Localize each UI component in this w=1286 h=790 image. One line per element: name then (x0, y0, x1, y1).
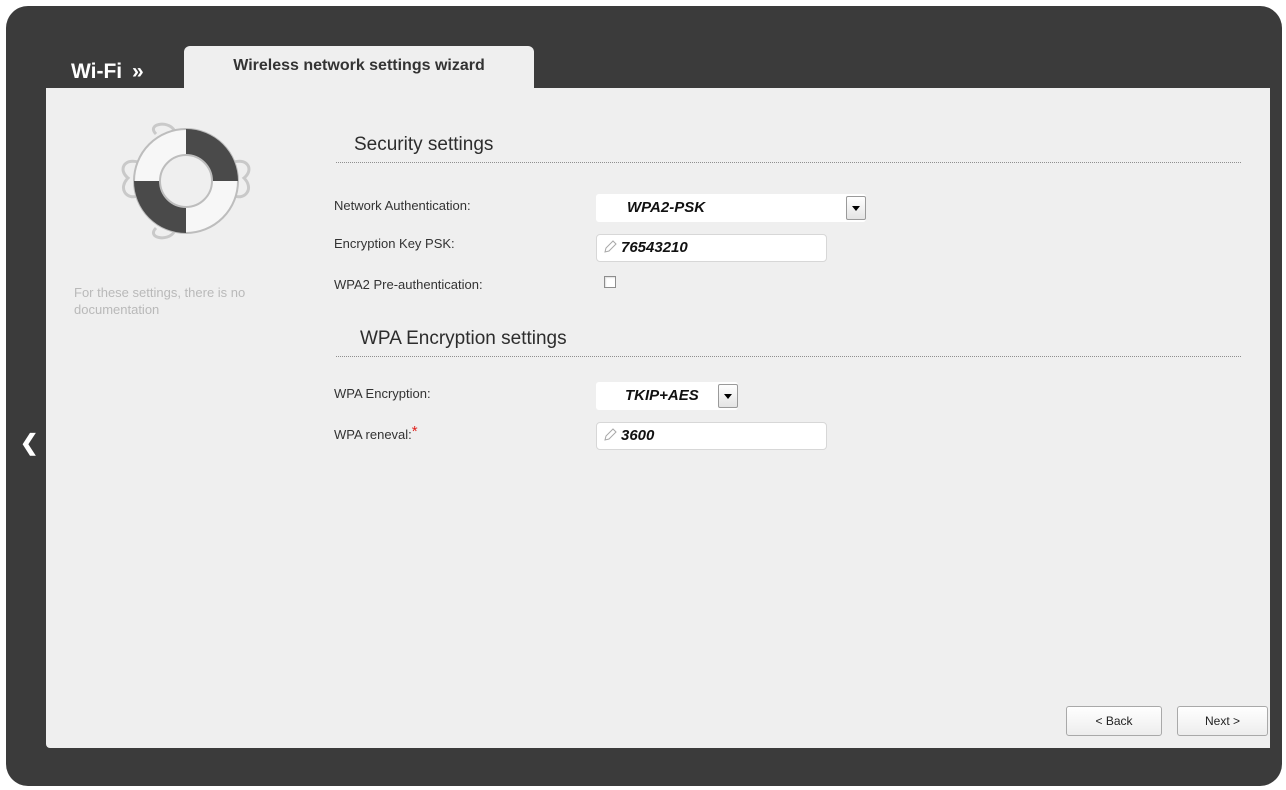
required-mark: * (411, 423, 418, 440)
lifebuoy-icon (121, 122, 251, 240)
section-title: Wi-Fi » (71, 60, 144, 84)
section-name: Wi-Fi (71, 60, 123, 83)
network-auth-label: Network Authentication: (334, 198, 471, 213)
back-button[interactable]: < Back (1066, 706, 1162, 736)
psk-label: Encryption Key PSK: (334, 236, 455, 251)
wpa-renewal-input[interactable]: 3600 (596, 422, 827, 450)
wpa-divider (336, 356, 1241, 357)
chevron-left-icon[interactable]: ❮ (20, 432, 38, 454)
next-button[interactable]: Next > (1177, 706, 1268, 736)
wpa-encryption-value: TKIP+AES (625, 387, 699, 404)
app-frame: Wi-Fi » Wireless network settings wizard… (6, 6, 1282, 786)
preauth-label: WPA2 Pre-authentication: (334, 277, 483, 292)
wpa-encryption-label: WPA Encryption: (334, 386, 431, 401)
wpa-encryption-title: WPA Encryption settings (360, 328, 567, 349)
wpa-encryption-select[interactable]: TKIP+AES (596, 382, 738, 410)
wpa-renewal-text: WPA reneval: (334, 427, 412, 442)
content-panel: For these settings, there is no document… (46, 88, 1270, 748)
help-text: For these settings, there is no document… (74, 285, 246, 317)
network-auth-value: WPA2-PSK (627, 199, 706, 216)
preauth-checkbox[interactable] (604, 276, 616, 288)
section-separator: » (131, 60, 144, 83)
pencil-icon (604, 240, 617, 253)
chevron-down-icon[interactable] (846, 196, 866, 220)
tab-wireless-wizard[interactable]: Wireless network settings wizard (184, 46, 534, 88)
wpa-renewal-value: 3600 (621, 427, 655, 444)
psk-input[interactable]: 76543210 (596, 234, 827, 262)
security-settings-title: Security settings (354, 134, 494, 155)
network-auth-select[interactable]: WPA2-PSK (596, 194, 866, 222)
chevron-down-icon[interactable] (718, 384, 738, 408)
security-divider (336, 162, 1241, 163)
psk-value: 76543210 (621, 239, 688, 256)
wpa-renewal-label: WPA reneval:* (334, 423, 418, 443)
pencil-icon (604, 428, 617, 441)
